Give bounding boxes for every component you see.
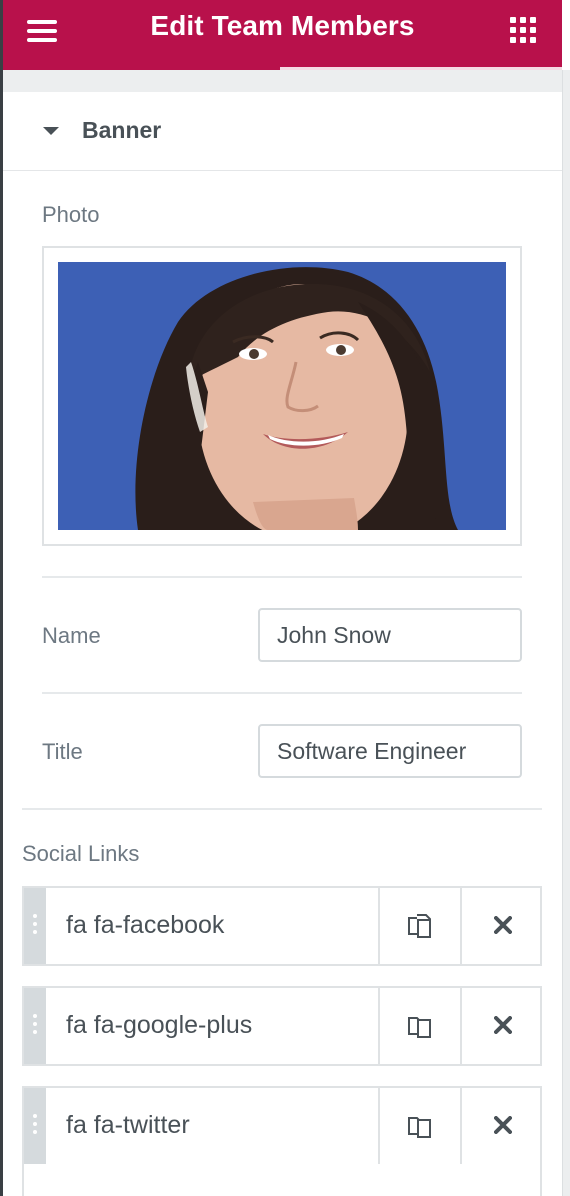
remove-x-icon [494, 1116, 512, 1134]
remove-button[interactable] [460, 888, 542, 964]
title-label: Title [42, 739, 83, 764]
team-member-photo [58, 262, 506, 530]
social-links-label: Social Links [22, 841, 140, 866]
section-title: Banner [82, 117, 162, 143]
social-link-item: fa fa-facebook [22, 886, 542, 966]
duplicate-icon [408, 1117, 431, 1138]
duplicate-button[interactable] [378, 988, 460, 1064]
panel-title: Edit Team Members [150, 10, 415, 41]
remove-x-icon [494, 1016, 512, 1034]
social-link-item: fa fa-twitter [22, 1086, 542, 1166]
photo-label: Photo [42, 202, 100, 227]
social-link-title[interactable]: fa fa-facebook [46, 888, 378, 964]
divider [42, 576, 522, 578]
header-separator [3, 70, 562, 92]
remove-x-icon [494, 916, 512, 934]
duplicate-button[interactable] [378, 888, 460, 964]
name-input[interactable]: John Snow [258, 608, 522, 662]
social-link-title[interactable]: fa fa-twitter [46, 1088, 378, 1164]
social-link-title[interactable]: fa fa-google-plus [46, 988, 378, 1064]
photo-media-control[interactable] [42, 246, 522, 546]
drag-handle-icon[interactable] [24, 1088, 46, 1164]
duplicate-button[interactable] [378, 1088, 460, 1164]
panel-right-border [562, 70, 563, 1196]
divider [42, 692, 522, 694]
grid-apps-icon[interactable] [508, 15, 538, 45]
window-left-edge [0, 0, 3, 1196]
social-link-item: fa fa-google-plus [22, 986, 542, 1066]
drag-handle-icon[interactable] [24, 888, 46, 964]
remove-button[interactable] [460, 988, 542, 1064]
caret-down-icon [43, 127, 59, 135]
remove-button[interactable] [460, 1088, 542, 1164]
panel-scroll-gutter [562, 70, 570, 1196]
duplicate-icon [408, 914, 431, 938]
drag-handle-icon[interactable] [24, 988, 46, 1064]
panel-header: Edit Team Members [3, 0, 562, 70]
duplicate-icon [408, 1017, 431, 1038]
section-banner-toggle[interactable]: Banner [3, 92, 562, 171]
repeater-add-area [22, 1164, 542, 1196]
title-input[interactable]: Software Engineer [258, 724, 522, 778]
divider [22, 808, 542, 810]
name-label: Name [42, 623, 101, 648]
